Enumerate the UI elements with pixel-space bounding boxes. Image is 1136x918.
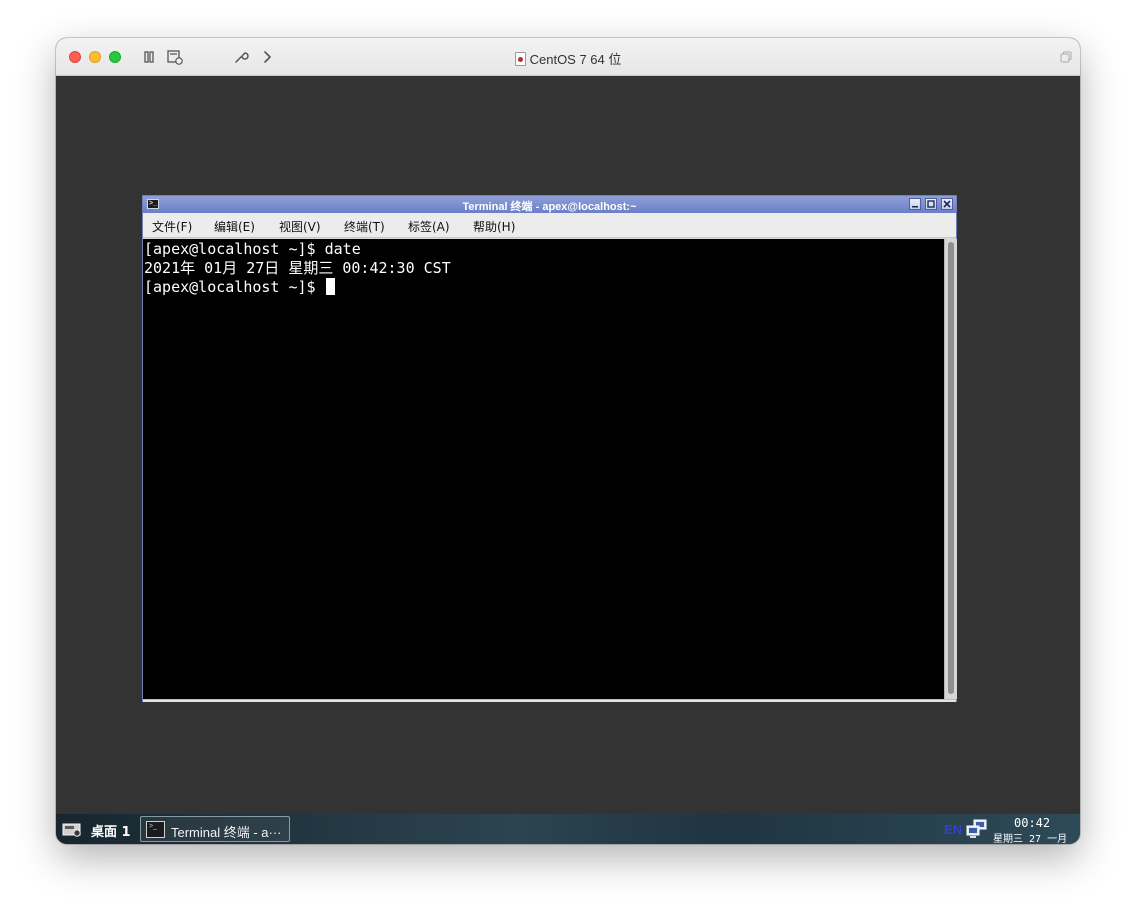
- guest-desktop: >_ Terminal 终端 - apex@localhost:~ 文件(F) …: [56, 76, 1080, 814]
- terminal-output[interactable]: [apex@localhost ~]$ date 2021年 01月 27日 星…: [143, 239, 944, 699]
- terminal-app-icon: >_: [146, 821, 165, 838]
- desktop-switcher[interactable]: 桌面 1: [91, 821, 131, 840]
- network-icon[interactable]: [966, 819, 988, 839]
- host-titlebar: CentOS 7 64 位: [56, 38, 1080, 76]
- menu-terminal[interactable]: 终端(T): [344, 218, 385, 235]
- terminal-window: >_ Terminal 终端 - apex@localhost:~ 文件(F) …: [142, 195, 957, 702]
- host-window-title: CentOS 7 64 位: [56, 49, 1080, 68]
- language-indicator[interactable]: EN: [944, 822, 962, 837]
- menu-tabs[interactable]: 标签(A): [408, 218, 450, 235]
- start-menu-icon[interactable]: [62, 821, 82, 837]
- guest-taskbar: 桌面 1 >_ Terminal 终端 - a··· EN 00:42 星期三 …: [56, 814, 1080, 844]
- terminal-scrollbar[interactable]: [944, 239, 957, 699]
- restore-window-icon[interactable]: [1060, 51, 1072, 63]
- minimize-icon[interactable]: [909, 198, 921, 210]
- taskbar-task-label: Terminal 终端 - a···: [171, 825, 282, 840]
- close-icon[interactable]: [941, 198, 953, 210]
- terminal-menubar: 文件(F) 编辑(E) 视图(V) 终端(T) 标签(A) 帮助(H): [143, 213, 956, 238]
- terminal-line: [apex@localhost ~]$ date: [144, 240, 361, 258]
- menu-help[interactable]: 帮助(H): [473, 218, 515, 235]
- text-cursor: [325, 278, 335, 295]
- terminal-prompt-line: [apex@localhost ~]$: [144, 278, 944, 297]
- terminal-line: 2021年 01月 27日 星期三 00:42:30 CST: [144, 259, 451, 277]
- terminal-titlebar[interactable]: >_ Terminal 终端 - apex@localhost:~: [143, 196, 956, 213]
- host-title-text: CentOS 7 64 位: [529, 52, 622, 67]
- terminal-title: Terminal 终端 - apex@localhost:~: [462, 201, 637, 213]
- terminal-prompt: [apex@localhost ~]$: [144, 278, 325, 296]
- scrollbar-thumb[interactable]: [948, 242, 954, 694]
- menu-view[interactable]: 视图(V): [279, 218, 321, 235]
- taskbar-terminal-button[interactable]: >_ Terminal 终端 - a···: [140, 816, 290, 842]
- menu-edit[interactable]: 编辑(E): [214, 218, 255, 235]
- terminal-bottom-border: [143, 699, 956, 702]
- maximize-icon[interactable]: [925, 198, 937, 210]
- menu-file[interactable]: 文件(F): [152, 218, 192, 235]
- clock-date[interactable]: 星期三 27 一月: [993, 830, 1067, 844]
- document-icon: [514, 51, 526, 66]
- clock-time[interactable]: 00:42: [1014, 816, 1050, 830]
- host-vm-window: CentOS 7 64 位 >_ Terminal 终端 - apex@loca…: [56, 38, 1080, 844]
